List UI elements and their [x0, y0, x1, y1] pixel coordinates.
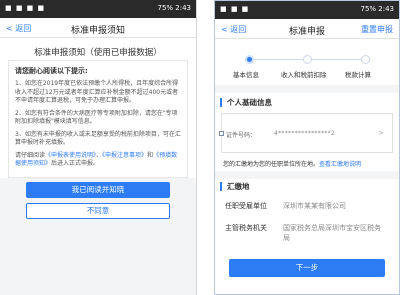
employer-value: 深圳市某某有限公司 — [283, 202, 346, 210]
chevron-right-icon: > — [378, 129, 384, 137]
notice-paragraph-4: 请仔细阅读《申报表使用说明》、《申报注意事项》和《预填数据使用须知》后进入正式申… — [15, 152, 181, 169]
form-instructions-link[interactable]: 《申报表使用说明》 — [45, 152, 96, 159]
notice-paragraph-1: 1、如您在2019年度已依法预缴个人所得税，且年度综合所得收入不超过12万元或者… — [15, 80, 179, 104]
step-2-label: 收入和税前扣除 — [281, 71, 327, 79]
filing-notes-link[interactable]: 《申报注意事项》 — [102, 152, 147, 159]
employer-row[interactable]: 任职受雇单位 深圳市某某有限公司 — [221, 197, 393, 215]
employer-label: 任职受雇单位 — [225, 202, 267, 210]
notice-box: 请您耐心阅读以下提示: 1、如您在2019年度已依法预缴个人所得税，且年度综合所… — [8, 60, 188, 178]
right-phone-screen: ■ ■ ■ 75% 2:43 < 返回 标准申报 重置申报 基本信息 收入和税前… — [214, 0, 400, 295]
tax-authority-value: 国家税务总局深圳市宝安区税务局 — [283, 224, 381, 242]
document-title: 标准申报须知（使用已申报数据） — [34, 48, 162, 58]
status-bar: ■ ■ ■ ■ 75% 2:43 — [0, 0, 196, 18]
page-title: 标准申报须知 — [70, 26, 125, 36]
step-1-label: 基本信息 — [233, 71, 259, 79]
status-bar: ■ ■ ■ 75% 2:43 — [215, 1, 399, 19]
progress-stepper: 基本信息 收入和税前扣除 税款计算 — [215, 41, 399, 85]
notice-paragraph-3: 3、如您有未申报的收入或未足额享受的税前扣除项目，可在汇算申报时补充填报。 — [15, 130, 181, 147]
nav-bar: < 返回 标准申报 重置申报 — [215, 19, 399, 39]
tax-location-hint: 您的汇缴地为您的任职单位所在地。查看汇缴地说明 — [223, 159, 361, 168]
id-number-value: 4****************2 — [274, 130, 336, 137]
section-personal-info: 个人基础信息 — [220, 98, 272, 107]
battery-time: 75% 2:43 — [157, 4, 191, 12]
step-3-dot — [361, 55, 370, 64]
reading-prompt: 请仔细阅读 — [15, 151, 46, 159]
id-number-label: 证件号码： — [226, 132, 257, 139]
hint-text: 您的汇缴地为您的任职单位所在地。 — [223, 161, 320, 168]
left-phone-screen: ■ ■ ■ ■ 75% 2:43 < 返回 标准申报须知 标准申报须知（使用已申… — [0, 0, 197, 295]
tax-authority-row[interactable]: 主管税务机关 国家税务总局深圳市宝安区税务局 — [221, 219, 393, 249]
status-icons: ■ ■ ■ ■ — [5, 4, 46, 12]
battery-time: 75% 2:43 — [360, 5, 394, 13]
selection-handle — [219, 131, 224, 136]
next-step-button[interactable]: 下一步 — [229, 259, 385, 277]
status-icons: ■ ■ ■ — [220, 5, 250, 13]
nav-bar: < 返回 标准申报须知 — [0, 18, 196, 38]
disagree-button[interactable]: 不同意 — [26, 203, 170, 219]
divider — [215, 85, 399, 93]
step-3-label: 税款计算 — [345, 71, 371, 79]
notice-paragraph-2: 2、如您有符合条件的大病医疗等专项附加扣除，请您在"专项附加扣除填报"模块填写信… — [15, 109, 178, 126]
step-2-dot — [303, 55, 312, 64]
read-and-acknowledge-button[interactable]: 我已阅读并知晓 — [26, 182, 170, 198]
id-card[interactable]: 证件号码： 4****************2 > — [219, 113, 393, 153]
tax-authority-label: 主管税务机关 — [225, 224, 267, 232]
notice-intro: 请您耐心阅读以下提示: — [15, 67, 88, 75]
reset-filing-button[interactable]: 重置申报 — [361, 24, 393, 35]
divider — [215, 171, 399, 179]
view-location-explanation-link[interactable]: 查看汇缴地说明 — [319, 161, 361, 168]
step-1-dot — [245, 55, 254, 64]
enter-filing-text: 后进入正式申报。 — [51, 160, 100, 167]
section-tax-location: 汇缴地 — [220, 182, 250, 191]
